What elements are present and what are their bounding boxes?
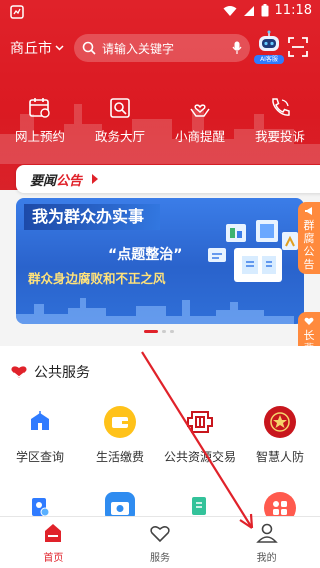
promo-banner[interactable]: 我为群众办实事 “点题整治” 群众身边腐败和不正之风 xyxy=(16,198,304,324)
service-school-district[interactable]: 学区查询 xyxy=(1,406,79,465)
scan-icon xyxy=(288,37,308,57)
robot-icon xyxy=(259,30,279,51)
quick-actions: 网上预约 政务大厅 小商提醒 我要投诉 xyxy=(0,96,320,145)
tab-label: 我的 xyxy=(256,553,277,564)
hall-icon xyxy=(110,98,130,118)
banner-title: 我为群众办实事 xyxy=(24,204,161,230)
status-time: 11:18 xyxy=(274,3,312,18)
tab-label: 服务 xyxy=(149,553,170,564)
side-tab-anticorruption[interactable]: 群腐公告 xyxy=(298,202,320,274)
battery-icon xyxy=(261,4,269,17)
service-label: 公共资源交易 xyxy=(163,450,236,464)
city-label: 商丘市 xyxy=(10,41,52,57)
tab-label: 首页 xyxy=(43,553,64,564)
service-utility-payment[interactable]: 生活缴费 xyxy=(81,406,159,465)
id-card-icon xyxy=(32,498,50,517)
bottom-tab-bar: 首页 服务 我的 xyxy=(0,516,320,568)
tab-services[interactable]: 服务 xyxy=(120,517,200,568)
quick-action-label: 网上预约 xyxy=(14,129,65,144)
quick-action-complaint[interactable]: 我要投诉 xyxy=(244,96,316,145)
trade-icon xyxy=(187,411,213,433)
signal-icon xyxy=(243,5,254,16)
search-icon xyxy=(82,41,96,55)
service-label: 学区查询 xyxy=(15,450,64,464)
quick-action-reminder[interactable]: 小商提醒 xyxy=(164,96,236,145)
civil-defense-icon xyxy=(270,412,290,432)
tab-mine[interactable]: 我的 xyxy=(227,517,307,568)
tab-home[interactable]: 首页 xyxy=(13,517,93,568)
scan-button[interactable] xyxy=(288,37,308,61)
more-apps-icon xyxy=(273,501,287,515)
heart-hands-icon xyxy=(190,104,210,117)
notice-tag: 要闻公告 xyxy=(30,170,82,189)
service-public-resource-trading[interactable]: 公共资源交易 xyxy=(161,406,239,465)
home-icon xyxy=(45,524,62,542)
school-icon xyxy=(31,411,49,430)
banner-cityline xyxy=(16,298,294,324)
wifi-icon xyxy=(223,5,237,16)
notification-icon xyxy=(10,4,24,23)
megaphone-icon xyxy=(305,207,312,215)
quick-action-hall[interactable]: 政务大厅 xyxy=(84,96,156,145)
service-label: 智慧人防 xyxy=(255,450,304,464)
quick-action-label: 小商提醒 xyxy=(174,129,225,144)
banner-slogan: “点题整治” xyxy=(108,247,183,263)
side-tab-label: 群腐公告 xyxy=(303,219,315,271)
public-services-section: 公共服务 学区查询 生活缴费 公共资源交易 智慧人防 xyxy=(0,346,320,526)
camera-icon xyxy=(111,502,129,515)
service-heart-icon xyxy=(11,366,27,378)
notice-tag-red-text: 公告 xyxy=(56,173,83,189)
notice-tag-text: 要闻 xyxy=(30,173,57,189)
notice-arrow-icon xyxy=(92,174,99,184)
search-placeholder: 请输入关键字 xyxy=(102,41,175,56)
heart-small-icon xyxy=(304,317,314,325)
ai-badge: AI客服 xyxy=(254,55,284,64)
phone-icon xyxy=(272,98,290,116)
ai-assistant-button[interactable]: AI客服 xyxy=(254,30,284,64)
quick-action-appointment[interactable]: 网上预约 xyxy=(4,96,76,145)
user-icon xyxy=(255,523,278,543)
service-label: 生活缴费 xyxy=(95,450,144,464)
quick-action-label: 我要投诉 xyxy=(254,129,305,144)
banner-illustration xyxy=(208,220,298,282)
heart-icon xyxy=(150,526,170,543)
carousel-indicator xyxy=(144,330,174,333)
banner-subslogan: 群众身边腐败和不正之风 xyxy=(28,271,166,286)
search-input[interactable]: 请输入关键字 xyxy=(74,34,250,62)
service-civil-defense[interactable]: 智慧人防 xyxy=(241,406,319,465)
quick-action-label: 政务大厅 xyxy=(94,129,145,144)
wallet-icon xyxy=(112,417,128,428)
city-selector[interactable]: 商丘市 xyxy=(10,38,64,58)
header-background xyxy=(0,0,320,190)
chevron-down-icon xyxy=(55,45,64,51)
section-title: 公共服务 xyxy=(34,365,90,381)
status-bar: 11:18 xyxy=(0,0,320,24)
microphone-icon[interactable] xyxy=(232,41,242,55)
calendar-clock-icon xyxy=(29,98,50,118)
news-notice-bar[interactable]: 要闻公告 xyxy=(16,165,320,193)
